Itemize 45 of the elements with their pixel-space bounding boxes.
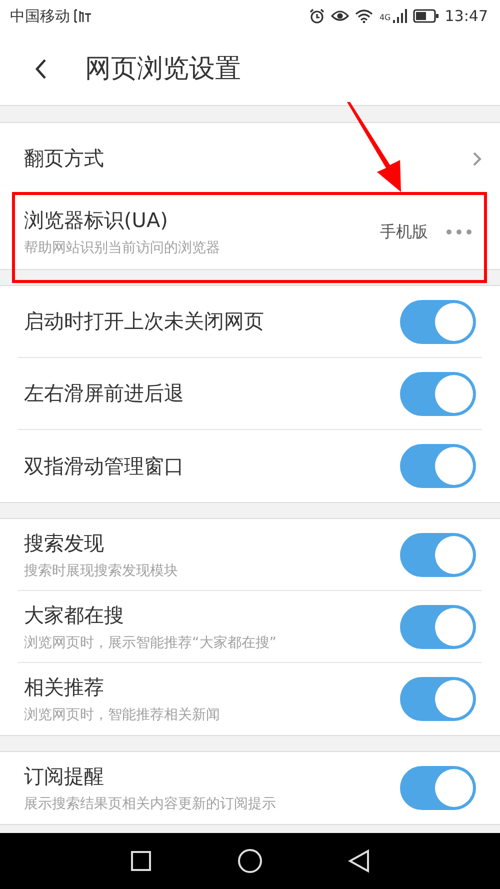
item-title: 启动时打开上次未关闭网页: [24, 308, 265, 335]
chevron-icon: [472, 150, 482, 166]
home-button[interactable]: [237, 848, 263, 874]
network-type: 4G: [379, 13, 391, 22]
item-description: 浏览网页时，智能推荐相关新闻: [24, 706, 221, 724]
signal-icon: [392, 9, 407, 23]
wifi-icon: [355, 9, 374, 23]
item-title: 大家都在搜: [24, 602, 125, 628]
item-title: 搜索发现: [24, 530, 105, 556]
toggle-switch[interactable]: [400, 677, 476, 721]
item-title: 翻页方式: [24, 145, 105, 172]
item-title: 双指滑动管理窗口: [24, 452, 185, 480]
toggle-switch[interactable]: [400, 300, 476, 344]
recent-apps-button[interactable]: [130, 850, 152, 872]
settings-item[interactable]: 启动时打开上次未关闭网页: [18, 286, 482, 358]
item-title: 浏览器标识(UA): [24, 207, 169, 234]
toggle-switch[interactable]: [400, 532, 476, 576]
item-description: 浏览网页时，展示智能推荐“大家都在搜”: [24, 634, 278, 652]
settings-item[interactable]: 大家都在搜 浏览网页时，展示智能推荐“大家都在搜”: [18, 591, 482, 663]
toggle-switch[interactable]: [400, 766, 476, 810]
carrier-name: 中国移动: [10, 6, 70, 26]
alarm-icon: [309, 8, 326, 24]
item-description: 展示搜索结果页相关内容更新的订阅提示: [24, 795, 277, 813]
page-title: 网页浏览设置: [85, 53, 241, 86]
settings-item[interactable]: 左右滑屏前进后退: [18, 358, 482, 430]
item-title: 订阅提醒: [24, 763, 105, 790]
settings-item[interactable]: 相关推荐 浏览网页时，智能推荐相关新闻: [18, 663, 482, 735]
item-description: 搜索时展现搜索发现模块: [24, 562, 179, 580]
settings-item[interactable]: 搜索发现 搜索时展现搜索发现模块: [18, 519, 482, 591]
battery-icon: [412, 9, 439, 23]
eye-icon: [331, 9, 350, 23]
back-nav-button[interactable]: [348, 849, 370, 873]
item-title: 相关推荐: [24, 674, 105, 701]
item-title: 左右滑屏前进后退: [24, 380, 185, 407]
toggle-switch[interactable]: [400, 604, 476, 648]
item-value: 手机版: [380, 222, 428, 242]
toggle-switch[interactable]: [400, 444, 476, 488]
back-icon[interactable]: [35, 58, 47, 80]
status-time: 13:47: [444, 7, 488, 25]
hd-call-icon: [72, 8, 92, 24]
settings-item[interactable]: 浏览器标识(UA) 帮助网站识别当前访问的浏览器 手机版: [18, 195, 482, 269]
toggle-switch[interactable]: [400, 372, 476, 416]
item-description: 帮助网站识别当前访问的浏览器: [24, 239, 221, 257]
settings-item[interactable]: 双指滑动管理窗口: [18, 430, 482, 502]
more-icon: [446, 229, 472, 235]
